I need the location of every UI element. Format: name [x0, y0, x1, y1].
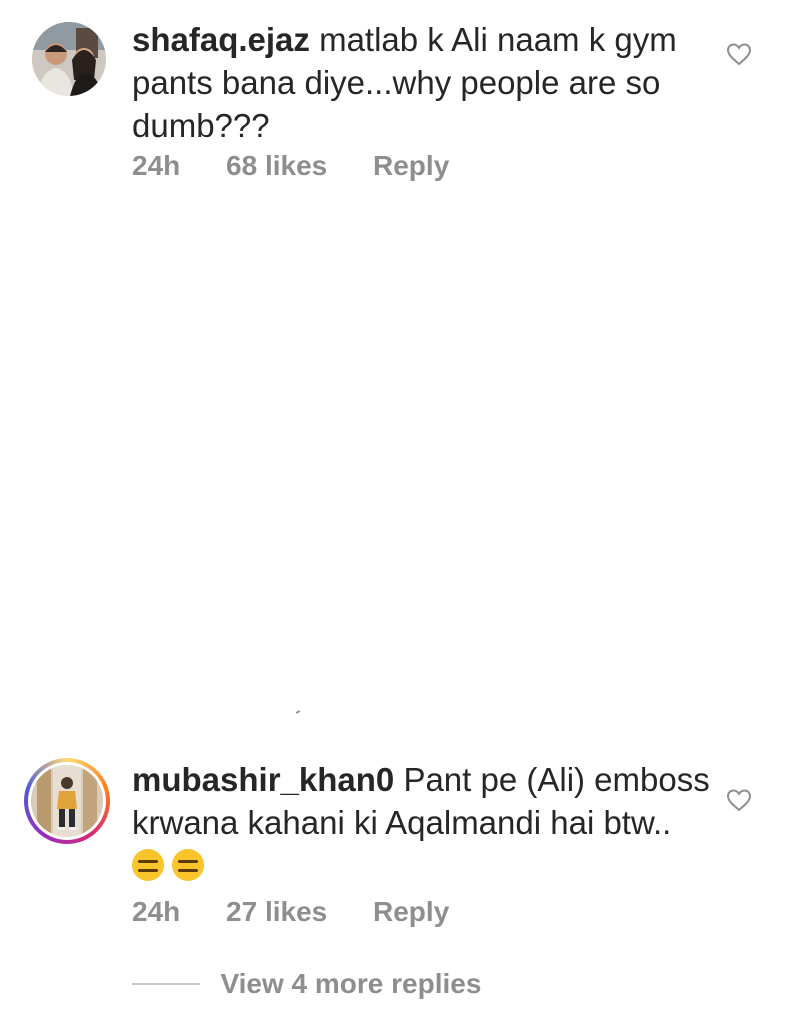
- comment-time: 24h: [132, 150, 181, 181]
- view-more-replies-label[interactable]: View 4 more replies: [220, 968, 481, 999]
- user-avatar-photo-icon: [31, 765, 103, 837]
- comment-likes[interactable]: 68 likes: [226, 150, 327, 181]
- expressionless-face-emoji-icon: [172, 849, 204, 881]
- heart-outline-icon[interactable]: [726, 788, 752, 812]
- avatar[interactable]: [32, 22, 106, 96]
- comment-likes[interactable]: 27 likes: [226, 896, 327, 927]
- comment-username[interactable]: mubashir_khan0: [132, 761, 394, 798]
- view-more-replies-button[interactable]: View 4 more replies: [132, 968, 481, 1000]
- artifact-mark: [295, 710, 301, 714]
- comment-username[interactable]: shafaq.ejaz: [132, 21, 310, 58]
- heart-outline-icon[interactable]: [726, 42, 752, 66]
- comment-meta: 24h 68 likes Reply: [132, 150, 487, 182]
- replies-divider-line: [132, 983, 200, 985]
- comment-body: shafaq.ejaz matlab k Ali naam k gym pant…: [132, 18, 712, 147]
- expressionless-face-emoji-icon: [132, 849, 164, 881]
- avatar[interactable]: [31, 765, 103, 837]
- comment-time: 24h: [132, 896, 181, 927]
- comment-body: mubashir_khan0 Pant pe (Ali) emboss krwa…: [132, 758, 712, 887]
- reply-button[interactable]: Reply: [373, 150, 449, 181]
- reply-button[interactable]: Reply: [373, 896, 449, 927]
- comment-meta: 24h 27 likes Reply: [132, 896, 487, 928]
- user-avatar-photo-icon: [32, 22, 106, 96]
- story-ring[interactable]: [24, 758, 110, 844]
